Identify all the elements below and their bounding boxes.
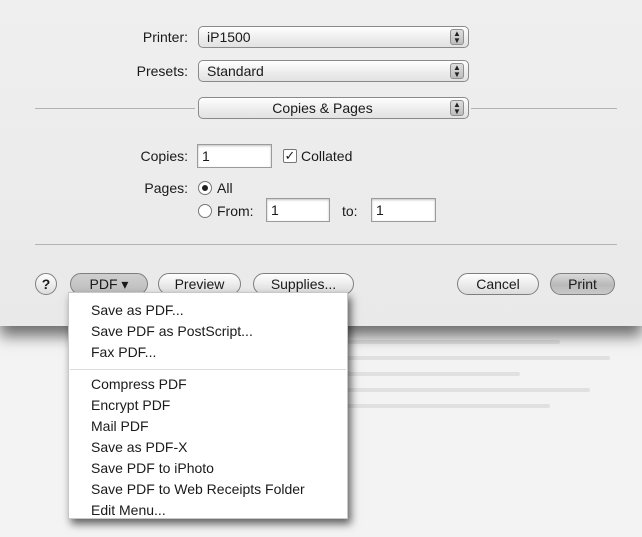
cancel-button[interactable]: Cancel xyxy=(457,273,539,295)
pages-all-label: All xyxy=(217,180,233,196)
menu-item-edit-menu[interactable]: Edit Menu... xyxy=(91,502,166,518)
pages-all-radio[interactable] xyxy=(198,181,212,195)
background-document xyxy=(300,310,630,430)
bottom-divider xyxy=(35,244,617,245)
menu-item-compress-pdf[interactable]: Compress PDF xyxy=(91,376,187,392)
printer-value: iP1500 xyxy=(207,29,251,45)
pages-to-field[interactable]: 1 xyxy=(371,198,436,222)
printer-label: Printer: xyxy=(142,29,188,45)
pdf-dropdown-menu: Save as PDF... Save PDF as PostScript...… xyxy=(68,292,348,519)
presets-label: Presets: xyxy=(136,63,188,79)
checkmark-icon: ✓ xyxy=(284,148,296,163)
collated-label: Collated xyxy=(301,148,353,164)
pages-from-field[interactable]: 1 xyxy=(266,198,330,222)
presets-popup[interactable]: Standard ▲ ▼ xyxy=(198,60,469,82)
pages-from-radio[interactable] xyxy=(198,204,212,218)
copies-field[interactable]: 1 xyxy=(197,144,272,168)
presets-value: Standard xyxy=(207,63,264,79)
pages-from-label: From: xyxy=(217,203,254,219)
up-down-arrows-icon: ▲ ▼ xyxy=(450,63,464,79)
printer-popup[interactable]: iP1500 ▲ ▼ xyxy=(198,26,469,48)
menu-separator xyxy=(70,369,346,370)
collated-checkbox[interactable]: ✓ xyxy=(283,149,297,163)
copies-value: 1 xyxy=(202,148,210,164)
up-down-arrows-icon: ▲ ▼ xyxy=(450,100,464,116)
panel-value: Copies & Pages xyxy=(272,100,373,116)
menu-item-save-pdf-as-postscript[interactable]: Save PDF as PostScript... xyxy=(91,323,253,339)
print-sheet: Printer: iP1500 ▲ ▼ Presets: Standard ▲ ▼ … xyxy=(0,0,642,326)
menu-item-encrypt-pdf[interactable]: Encrypt PDF xyxy=(91,397,170,413)
panel-popup[interactable]: Copies & Pages ▲ ▼ xyxy=(198,97,469,119)
pages-to-label: to: xyxy=(342,203,358,219)
menu-item-mail-pdf[interactable]: Mail PDF xyxy=(91,418,149,434)
menu-item-fax-pdf[interactable]: Fax PDF... xyxy=(91,344,156,360)
divider-left xyxy=(35,108,195,109)
menu-item-save-as-pdf-x[interactable]: Save as PDF-X xyxy=(91,439,187,455)
menu-item-save-pdf-to-web-receipts[interactable]: Save PDF to Web Receipts Folder xyxy=(91,481,305,497)
help-button[interactable]: ? xyxy=(35,273,57,295)
pages-to-value: 1 xyxy=(376,202,384,218)
print-button[interactable]: Print xyxy=(550,273,615,295)
pages-from-value: 1 xyxy=(271,202,279,218)
menu-item-save-as-pdf[interactable]: Save as PDF... xyxy=(91,302,184,318)
menu-item-save-pdf-to-iphoto[interactable]: Save PDF to iPhoto xyxy=(91,460,214,476)
divider-right xyxy=(471,108,617,109)
copies-label: Copies: xyxy=(140,148,188,164)
up-down-arrows-icon: ▲ ▼ xyxy=(450,29,464,45)
pages-label: Pages: xyxy=(144,180,188,196)
